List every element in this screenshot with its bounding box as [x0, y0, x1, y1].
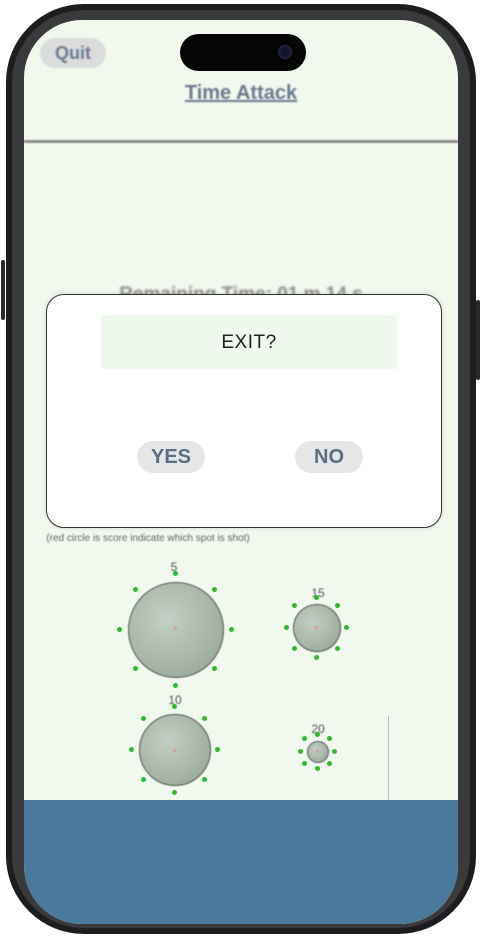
no-button[interactable]: NO: [295, 441, 363, 473]
target-spot-dot: [343, 624, 349, 630]
target-spot-dot: [141, 716, 147, 722]
dialog-title-box: EXIT?: [101, 315, 397, 369]
target-spot-dot: [201, 776, 207, 782]
screen: Quit Time Attack Remaining Time: 01 m 14…: [24, 20, 458, 924]
target-center-dot: [174, 627, 177, 630]
target-spot-dot: [212, 666, 218, 672]
target-spot-dot: [201, 716, 207, 722]
target-spot-dot: [171, 703, 177, 709]
target-spot-dot: [228, 626, 234, 632]
target-spot-dot: [283, 624, 289, 630]
hint-text: (red circle is score indicate which spot…: [46, 533, 250, 544]
target-spot-dot: [292, 603, 298, 609]
page-title: Time Attack: [184, 82, 298, 104]
target-spot-dot: [302, 760, 308, 766]
target-center-dot: [315, 626, 318, 629]
target[interactable]: [128, 582, 224, 678]
target-spot-dot: [326, 760, 332, 766]
target-spot-dot: [334, 603, 340, 609]
volume-button: [1, 260, 5, 320]
target-spot-dot: [132, 586, 138, 592]
target-center-dot: [173, 749, 176, 752]
target-spot-dot: [212, 586, 218, 592]
target-spot-dot: [132, 666, 138, 672]
target-spot-dot: [171, 789, 177, 795]
target-spot-dot: [314, 765, 320, 771]
target-spot-dot: [302, 736, 308, 742]
target-spot-dot: [297, 748, 303, 754]
target-spot-dot: [313, 594, 319, 600]
target-spot-dot: [334, 645, 340, 651]
target-spot-dot: [314, 731, 320, 737]
target-spot-dot: [313, 654, 319, 660]
quit-button[interactable]: Quit: [40, 38, 106, 68]
target-center-dot: [316, 750, 319, 753]
divider-line: [388, 716, 389, 804]
header-divider: [24, 140, 458, 143]
yes-button[interactable]: YES: [137, 441, 205, 473]
dialog-title: EXIT?: [221, 332, 277, 353]
camera-icon: [278, 45, 292, 59]
bottom-panel: [24, 800, 458, 924]
target-spot-dot: [326, 736, 332, 742]
target-spot-dot: [141, 776, 147, 782]
target-spot-dot: [214, 746, 220, 752]
target-spot-dot: [292, 645, 298, 651]
target-spot-dot: [331, 748, 337, 754]
target-spot-dot: [128, 746, 134, 752]
exit-dialog: EXIT? YES NO: [46, 294, 442, 528]
power-button: [476, 300, 480, 380]
target-spot-dot: [172, 570, 178, 576]
target-spot-dot: [116, 626, 122, 632]
dynamic-island: [180, 34, 306, 71]
target-spot-dot: [172, 682, 178, 688]
